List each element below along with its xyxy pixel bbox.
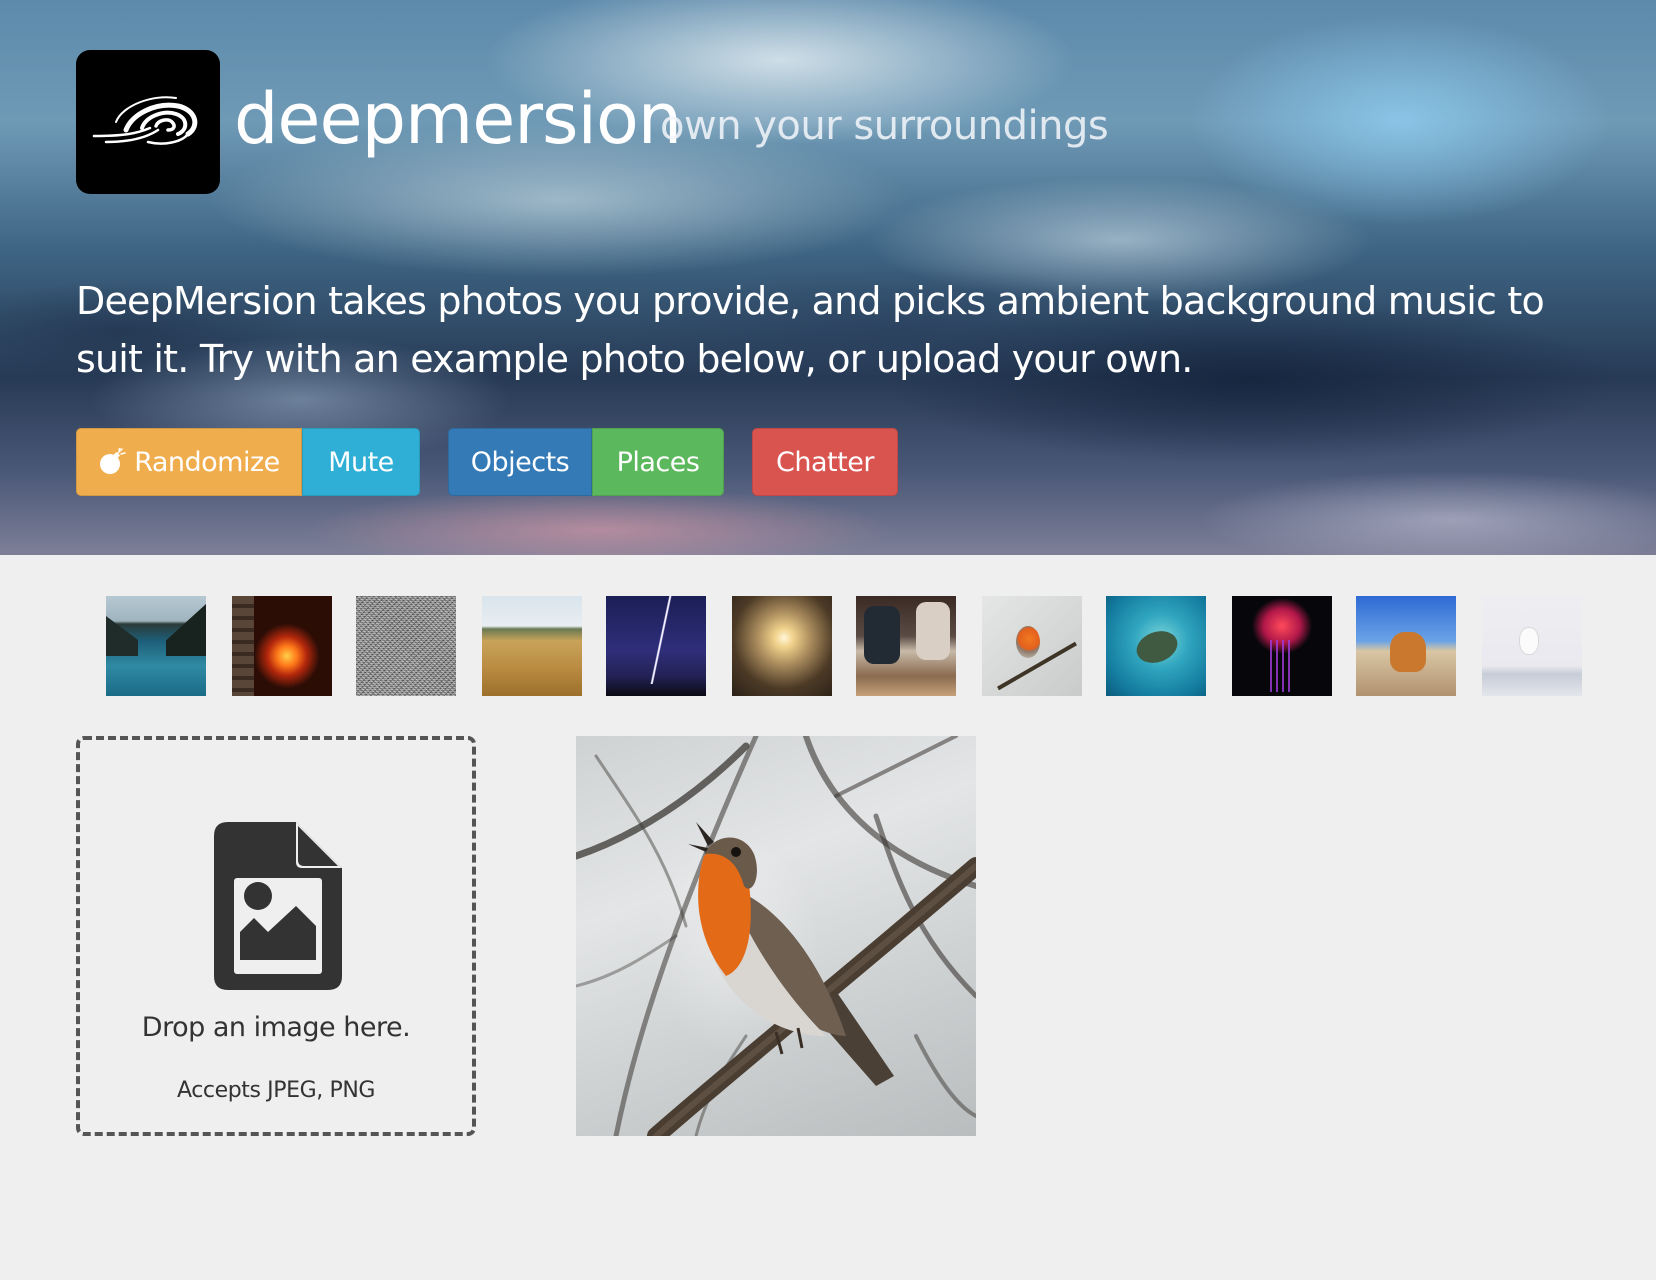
example-thumb-sunset-grass[interactable] [732, 596, 832, 696]
example-thumb-static-noise[interactable] [356, 596, 456, 696]
brand-name: deepmersion [234, 78, 682, 160]
example-thumb-jellyfish[interactable] [1232, 596, 1332, 696]
image-dropzone[interactable]: Drop an image here. Accepts JPEG, PNG [76, 736, 476, 1136]
example-thumb-robin-on-branch[interactable] [982, 596, 1082, 696]
places-label: Places [616, 446, 700, 478]
example-thumb-fireplace[interactable] [232, 596, 332, 696]
randomize-label: Randomize [134, 446, 280, 478]
preview-photo [576, 736, 976, 1136]
example-thumb-river-canyon[interactable] [106, 596, 206, 696]
bomb-icon [100, 448, 126, 474]
chatter-button[interactable]: Chatter [752, 428, 898, 496]
robin-photo-illustration [576, 736, 976, 1136]
mute-label: Mute [328, 446, 394, 478]
wave-swirl-logo-icon [92, 96, 198, 145]
dropzone-text: Drop an image here. [141, 1012, 411, 1043]
logo [76, 50, 220, 194]
objects-label: Objects [470, 446, 570, 478]
file-image-icon [214, 822, 342, 990]
hero-banner: deepmersion own your surroundings DeepMe… [0, 0, 1656, 555]
example-thumb-corgi-beach[interactable] [1356, 596, 1456, 696]
places-button[interactable]: Places [592, 428, 724, 496]
dropzone-subtext: Accepts JPEG, PNG [176, 1078, 376, 1103]
randomize-button[interactable]: Randomize [76, 428, 302, 496]
brand-tagline: own your surroundings [660, 103, 1109, 149]
mute-button[interactable]: Mute [302, 428, 420, 496]
intro-text: DeepMersion takes photos you provide, an… [76, 279, 1545, 381]
example-thumb-people-cafe[interactable] [856, 596, 956, 696]
objects-button[interactable]: Objects [448, 428, 592, 496]
chatter-label: Chatter [776, 446, 874, 478]
example-thumb-polar-bear-snow[interactable] [1482, 596, 1582, 696]
example-thumb-sea-turtle[interactable] [1106, 596, 1206, 696]
example-thumb-wheat-field[interactable] [482, 596, 582, 696]
example-thumb-lightning-storm[interactable] [606, 596, 706, 696]
